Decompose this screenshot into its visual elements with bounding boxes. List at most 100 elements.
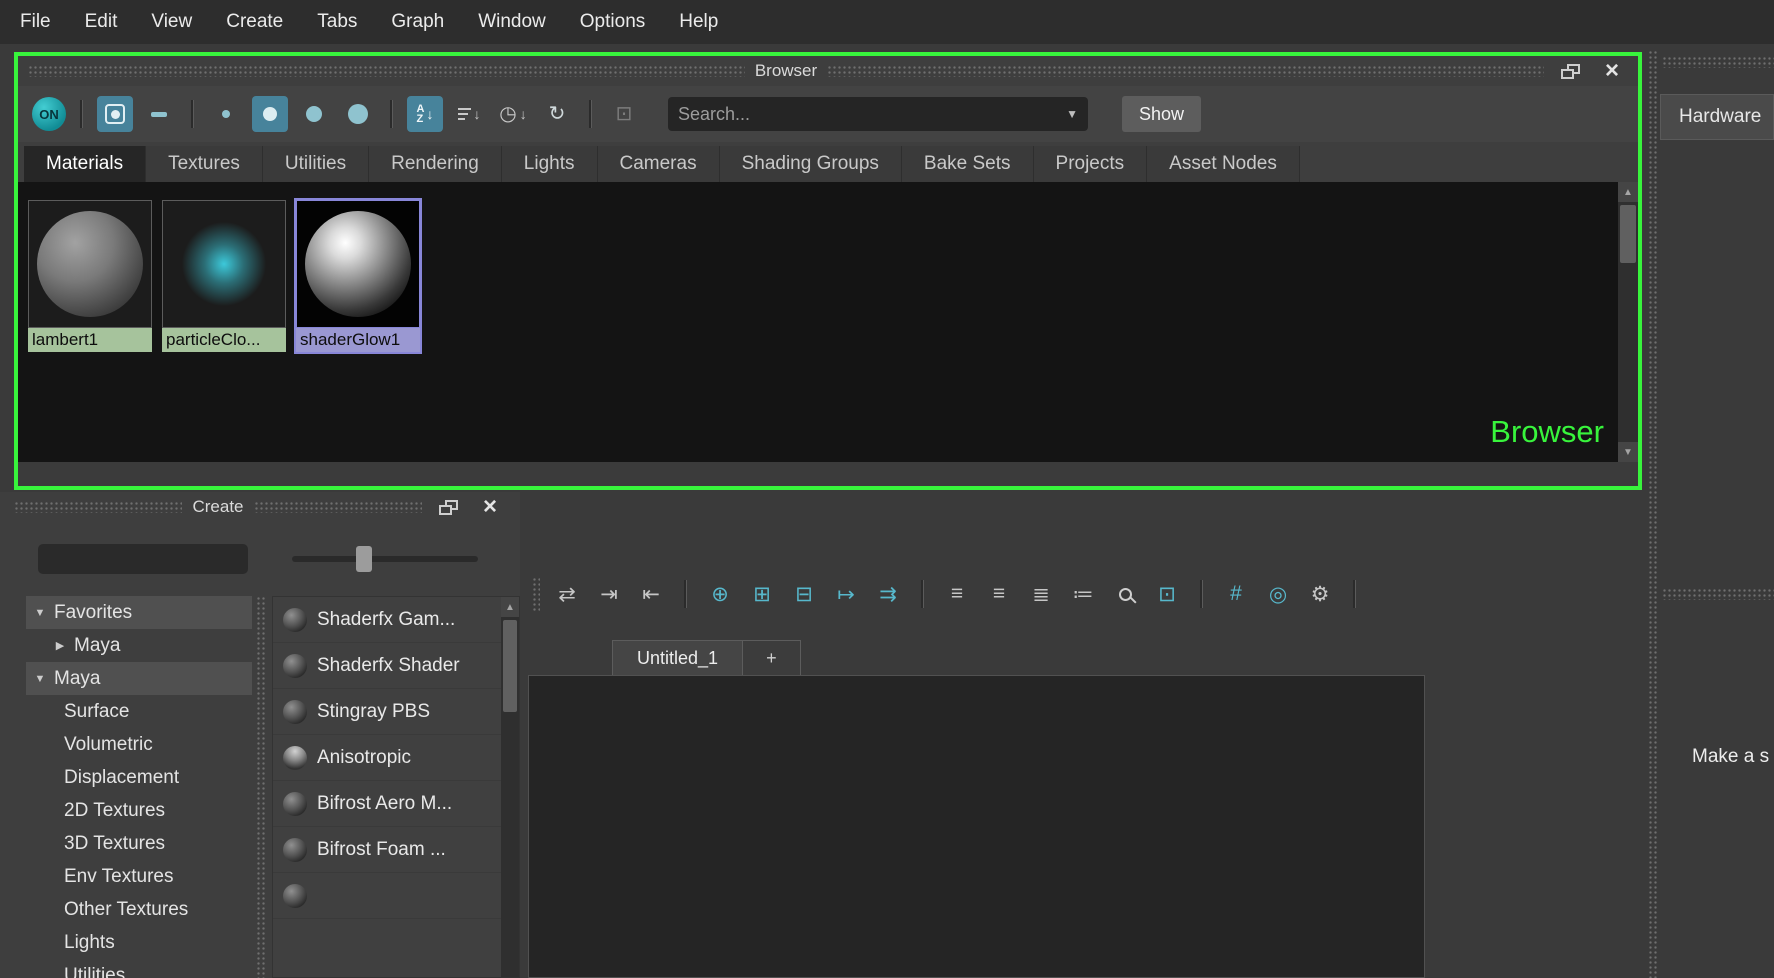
material-swatch-shaderglow1[interactable]: shaderGlow1 (294, 198, 422, 354)
node-item-partial[interactable] (273, 873, 519, 919)
list-display-mode-button[interactable] (141, 96, 177, 132)
swatch-display-mode-button[interactable] (97, 96, 133, 132)
show-upstream-icon[interactable]: ↦ (831, 577, 861, 611)
node-editor-canvas[interactable] (528, 675, 1425, 978)
layout-grid-icon[interactable]: ≣ (1026, 577, 1056, 611)
add-selected-to-graph-icon[interactable]: ⊞ (747, 577, 777, 611)
show-filter-button[interactable]: Show (1122, 96, 1202, 132)
tab-asset-nodes[interactable]: Asset Nodes (1147, 146, 1300, 182)
panel-drag-texture[interactable] (14, 501, 183, 513)
tree-item-volumetric[interactable]: Volumetric (26, 728, 252, 761)
swatch-size-slider[interactable] (292, 546, 478, 572)
dropdown-arrow-icon[interactable]: ▼ (1066, 107, 1078, 121)
create-close-button[interactable]: × (474, 495, 506, 519)
zoom-search-button[interactable] (1110, 577, 1140, 611)
scroll-up-icon[interactable]: ▲ (501, 597, 519, 617)
tab-shading-groups[interactable]: Shading Groups (719, 146, 902, 182)
shaderball-update-icon[interactable]: ◎ (1263, 577, 1293, 611)
popout-window-icon[interactable]: ⊡ (1152, 577, 1182, 611)
node-item-bifrost-foam[interactable]: Bifrost Foam ... (273, 827, 519, 873)
swatch-size-small-button[interactable] (252, 96, 288, 132)
layout-list-icon[interactable]: ≔ (1068, 577, 1098, 611)
tree-item-2d-textures[interactable]: 2D Textures (26, 794, 252, 827)
pin-selection-button[interactable]: ⊡ (606, 96, 642, 132)
tab-materials[interactable]: Materials (24, 146, 147, 182)
menu-item-window[interactable]: Window (461, 11, 563, 33)
graph-input-connections-icon[interactable]: ⇥ (594, 577, 624, 611)
node-item-anisotropic[interactable]: Anisotropic (273, 735, 519, 781)
tab-bake-sets[interactable]: Bake Sets (901, 146, 1034, 182)
sort-by-time-button[interactable]: ◷ ↓ (495, 96, 531, 132)
swatch-size-medium-button[interactable] (296, 96, 332, 132)
remove-selected-from-graph-icon[interactable]: ⊟ (789, 577, 819, 611)
menu-item-help[interactable]: Help (662, 11, 735, 33)
graph-output-connections-icon[interactable]: ⇤ (636, 577, 666, 611)
menu-item-graph[interactable]: Graph (374, 11, 461, 33)
tree-item-favorites[interactable]: ▼ Favorites (26, 596, 252, 629)
chevron-down-icon[interactable]: ▼ (34, 607, 46, 619)
scrollbar-track[interactable] (501, 617, 519, 977)
tab-rendering[interactable]: Rendering (369, 146, 502, 182)
tree-item-surface[interactable]: Surface (26, 695, 252, 728)
chevron-down-icon[interactable]: ▼ (34, 673, 46, 685)
refresh-swatches-button[interactable]: ↻ (539, 96, 575, 132)
panel-drag-texture[interactable] (827, 65, 1545, 77)
hardware-panel-header[interactable]: Hardware (1660, 94, 1774, 140)
tree-list-splitter[interactable] (256, 596, 266, 978)
swatch-render-on-toggle[interactable]: ON (32, 97, 66, 131)
tree-item-3d-textures[interactable]: 3D Textures (26, 827, 252, 860)
node-list-scrollbar[interactable]: ▲ (501, 597, 519, 977)
menu-item-create[interactable]: Create (209, 11, 300, 33)
toolbar-grip[interactable] (532, 577, 540, 611)
menu-item-options[interactable]: Options (563, 11, 662, 33)
browser-swatch-area[interactable]: lambert1 particleClo... shaderGlow1 Brow… (18, 182, 1638, 462)
search-input[interactable] (678, 103, 1061, 125)
tree-item-env-textures[interactable]: Env Textures (26, 860, 252, 893)
menu-item-file[interactable]: File (20, 11, 68, 33)
tree-item-maya-favorite[interactable]: ▶ Maya (26, 629, 252, 662)
swatch-size-tiny-button[interactable] (208, 96, 244, 132)
sort-by-type-button[interactable]: ↓ (451, 96, 487, 132)
create-filter-input[interactable] (38, 544, 248, 574)
scrollbar-thumb[interactable] (503, 620, 517, 712)
tree-item-displacement[interactable]: Displacement (26, 761, 252, 794)
panel-drag-texture[interactable] (28, 65, 745, 77)
layout-rows-icon[interactable]: ≡ (942, 577, 972, 611)
node-item-bifrost-aero[interactable]: Bifrost Aero M... (273, 781, 519, 827)
panel-drag-texture[interactable] (1662, 588, 1774, 600)
scrollbar-thumb[interactable] (1620, 205, 1636, 263)
tree-item-other-textures[interactable]: Other Textures (26, 893, 252, 926)
scrollbar-track[interactable] (1618, 202, 1638, 442)
show-downstream-icon[interactable]: ⇉ (873, 577, 903, 611)
browser-close-button[interactable]: × (1596, 59, 1628, 83)
node-item-shaderfx-shader[interactable]: Shaderfx Shader (273, 643, 519, 689)
right-panel-splitter[interactable] (1648, 50, 1658, 978)
slider-handle[interactable] (356, 546, 372, 572)
tab-cameras[interactable]: Cameras (597, 146, 720, 182)
chevron-right-icon[interactable]: ▶ (54, 639, 66, 652)
browser-restore-button[interactable] (1554, 59, 1586, 83)
material-swatch-lambert1[interactable]: lambert1 (28, 200, 152, 352)
new-tab-button[interactable]: + (743, 640, 801, 676)
menu-item-tabs[interactable]: Tabs (300, 11, 374, 33)
frame-all-icon[interactable]: ⊕ (705, 577, 735, 611)
panel-drag-texture[interactable] (1662, 56, 1774, 68)
node-item-stingray-pbs[interactable]: Stingray PBS (273, 689, 519, 735)
tree-item-maya[interactable]: ▼ Maya (26, 662, 252, 695)
tree-item-utilities[interactable]: Utilities (26, 959, 252, 978)
create-restore-button[interactable] (432, 495, 464, 519)
layout-columns-icon[interactable]: ≡ (984, 577, 1014, 611)
menu-item-view[interactable]: View (134, 11, 209, 33)
tab-utilities[interactable]: Utilities (262, 146, 370, 182)
tab-lights[interactable]: Lights (501, 146, 598, 182)
swatch-size-large-button[interactable] (340, 96, 376, 132)
tree-item-lights[interactable]: Lights (26, 926, 252, 959)
tab-projects[interactable]: Projects (1033, 146, 1148, 182)
material-swatch-particlecloud[interactable]: particleClo... (162, 200, 286, 352)
scroll-up-icon[interactable]: ▲ (1618, 182, 1638, 202)
tab-textures[interactable]: Textures (146, 146, 263, 182)
sort-by-name-button[interactable]: AZ ↓ (407, 96, 443, 132)
browser-scrollbar[interactable]: ▲ ▼ (1618, 182, 1638, 462)
grid-snap-icon[interactable]: # (1221, 577, 1251, 611)
scroll-down-icon[interactable]: ▼ (1618, 442, 1638, 462)
